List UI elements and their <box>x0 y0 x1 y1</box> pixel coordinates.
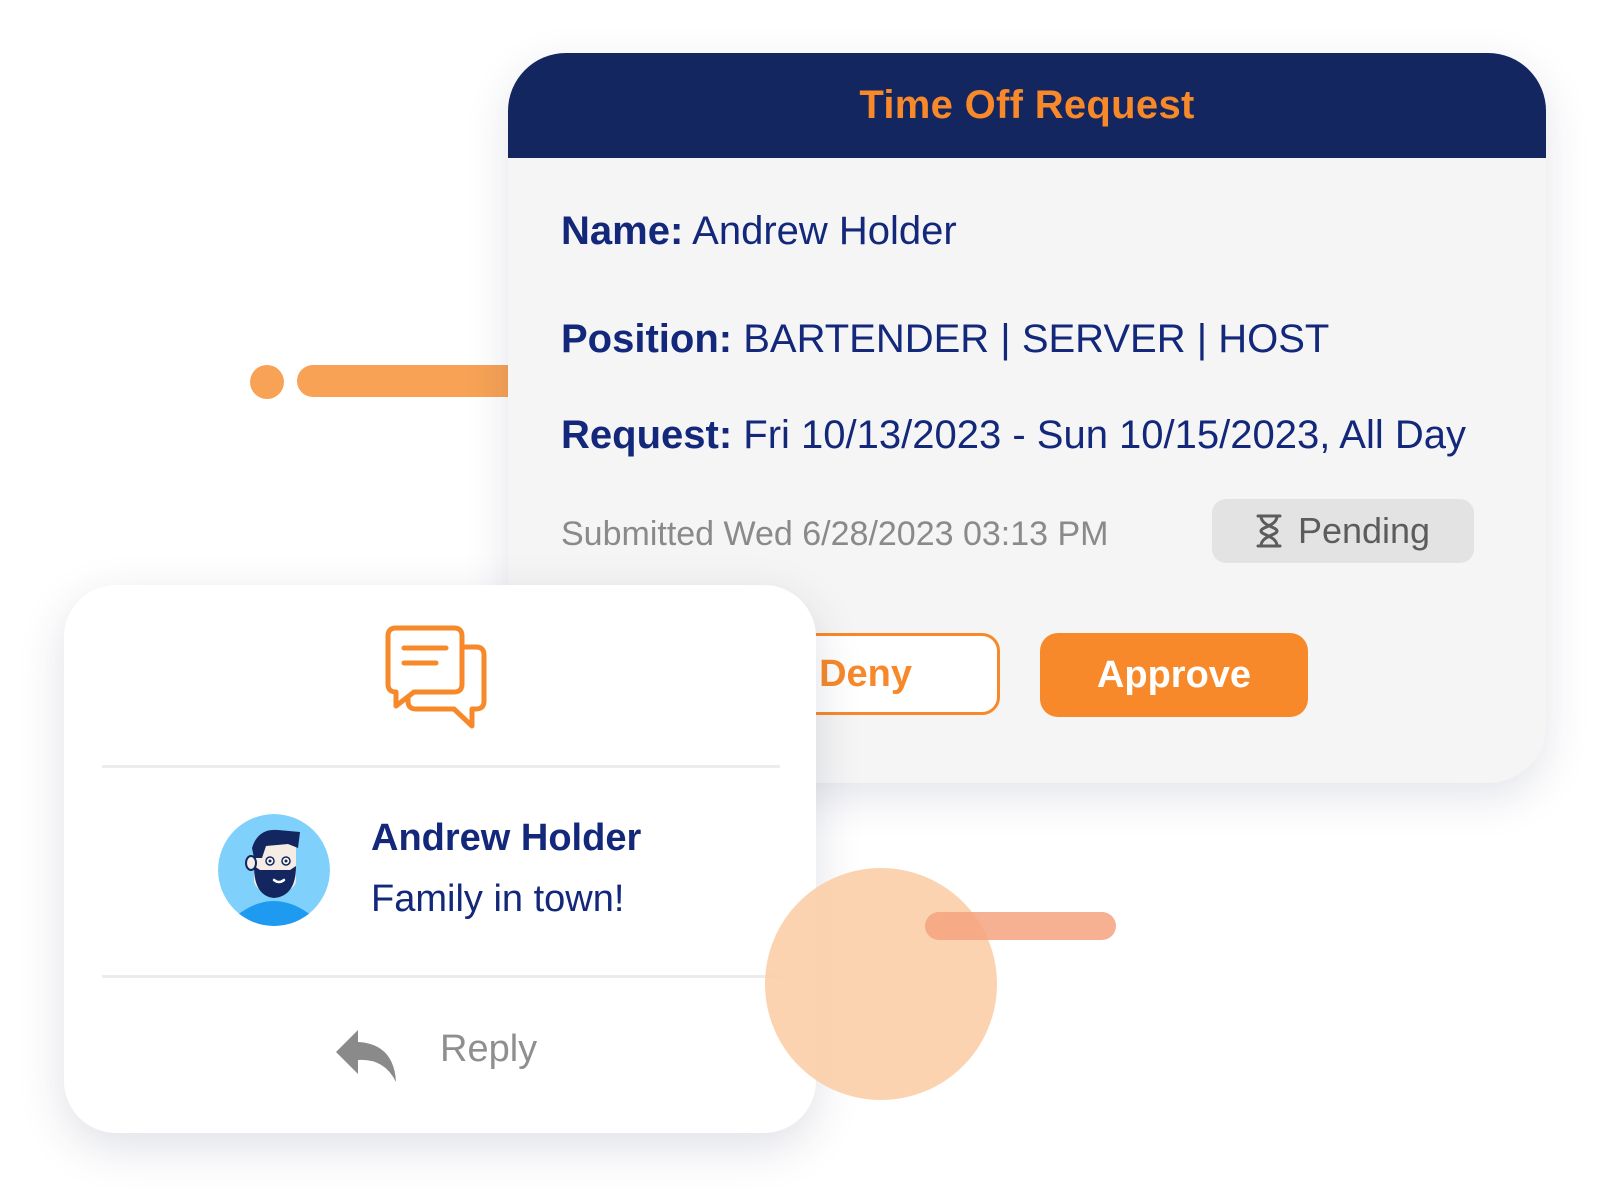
request-label: Request: <box>561 413 733 457</box>
message-text: Family in town! <box>371 878 625 920</box>
status-label: Pending <box>1297 510 1431 551</box>
reply-arrow-icon[interactable] <box>334 1028 400 1089</box>
submitted-timestamp: Submitted Wed 6/28/2023 03:13 PM <box>561 515 1109 553</box>
decorative-circle <box>765 868 997 1100</box>
request-dates-row: Request: Fri 10/13/2023 - Sun 10/15/2023… <box>561 413 1466 458</box>
connector-dot <box>250 365 284 399</box>
position-value: BARTENDER | SERVER | HOST <box>743 317 1330 361</box>
connector-bar-bottom <box>925 912 1116 940</box>
name-label: Name: <box>561 209 684 253</box>
hourglass-icon <box>1256 514 1282 548</box>
reply-button[interactable]: Reply <box>440 1028 537 1071</box>
sender-name: Andrew Holder <box>371 817 642 859</box>
divider-bottom <box>102 975 780 978</box>
status-badge: Pending <box>1212 499 1474 563</box>
name-value: Andrew Holder <box>692 209 957 253</box>
employee-name-row: Name: Andrew Holder <box>561 209 957 254</box>
request-value: Fri 10/13/2023 - Sun 10/15/2023, All Day <box>743 413 1466 457</box>
approve-button[interactable]: Approve <box>1040 633 1308 717</box>
message-card: Andrew Holder Family in town! Reply <box>64 585 816 1133</box>
request-title: Time Off Request <box>859 83 1195 127</box>
position-label: Position: <box>561 317 733 361</box>
divider-top <box>102 765 780 768</box>
avatar <box>218 814 330 926</box>
position-row: Position: BARTENDER | SERVER | HOST <box>561 317 1329 362</box>
request-card-header: Time Off Request <box>508 53 1546 158</box>
chat-bubbles-icon <box>384 625 490 734</box>
